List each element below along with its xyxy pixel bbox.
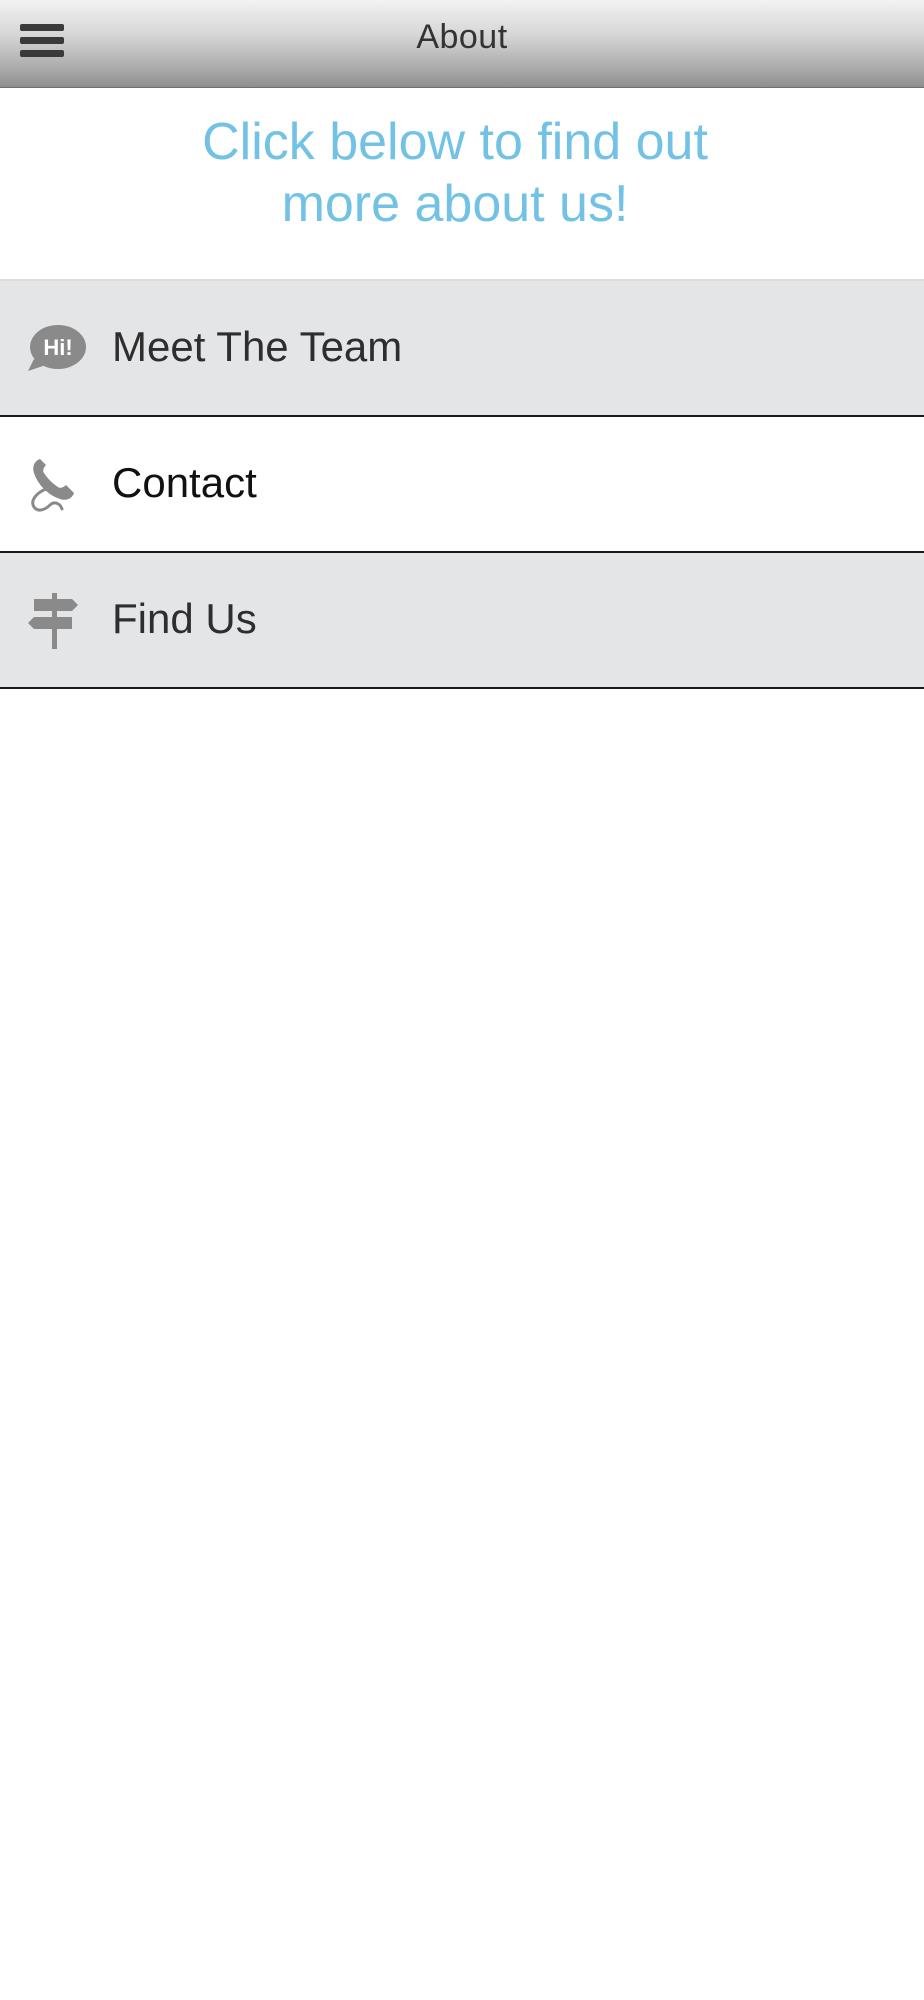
about-menu-list: Hi! Meet The Team Contact Find Us [0, 281, 924, 689]
page-title: About [416, 18, 508, 56]
list-item-label: Meet The Team [112, 323, 403, 370]
list-item-contact[interactable]: Contact [0, 417, 924, 553]
list-item-label: Contact [112, 459, 257, 506]
signpost-icon [28, 593, 78, 649]
intro-text-line-1: Click below to find out [202, 113, 708, 171]
speech-bubble-text: Hi! [43, 335, 72, 360]
top-app-bar: About [0, 0, 924, 88]
list-item-label: Find Us [112, 595, 257, 642]
list-item-meet-the-team[interactable]: Hi! Meet The Team [0, 281, 924, 417]
telephone-handset-icon [31, 459, 74, 512]
intro-banner: Click below to find out more about us! [0, 89, 924, 281]
about-screen: About Click below to find out more about… [0, 0, 924, 2000]
speech-bubble-hi-icon: Hi! [28, 325, 86, 371]
intro-text-line-2: more about us! [281, 175, 629, 233]
intro-text: Click below to find out more about us! [150, 111, 760, 235]
list-item-find-us[interactable]: Find Us [0, 553, 924, 689]
